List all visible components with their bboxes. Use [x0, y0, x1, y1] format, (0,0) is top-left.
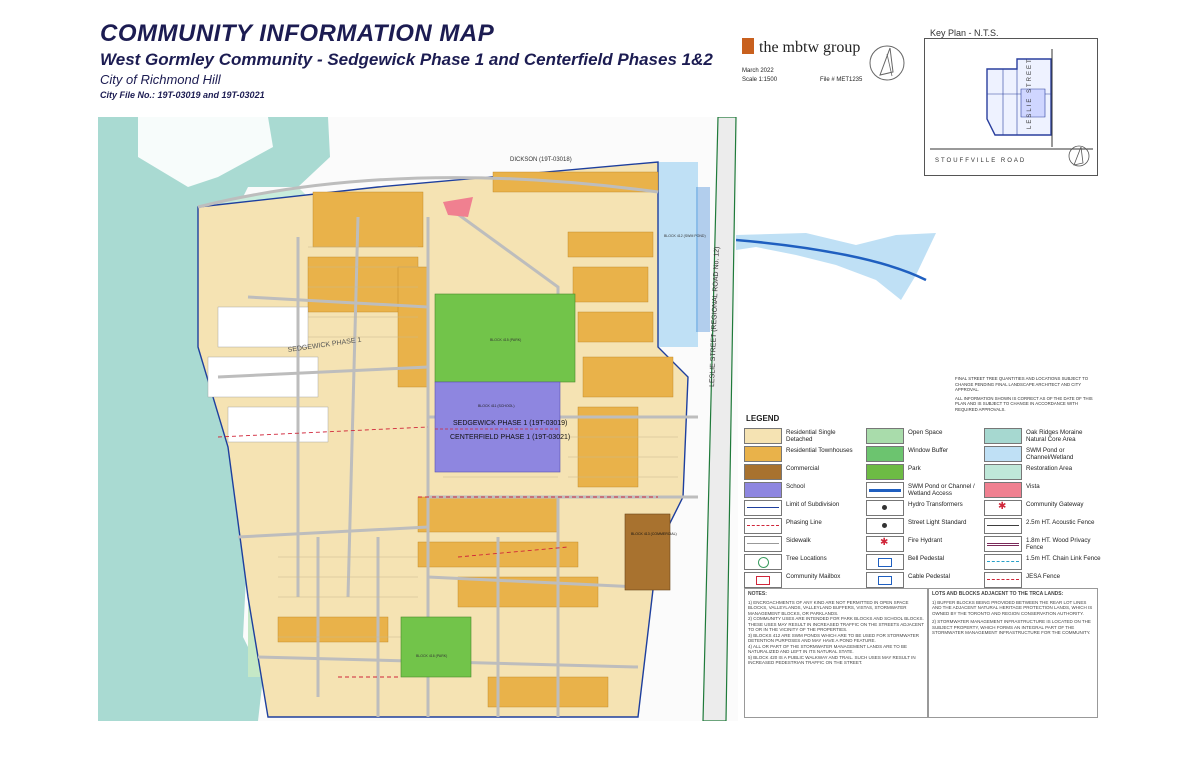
city-name: City of Richmond Hill: [100, 72, 221, 87]
key-plan-map: STOUFFVILLE ROAD LESLIE STREET: [930, 49, 1093, 167]
legend-swatch: [744, 482, 782, 498]
key-plan-road-bottom: STOUFFVILLE ROAD: [935, 158, 1026, 164]
legend-swatch: ✱: [984, 500, 1022, 516]
legend-item-label: 1.8m HT. Wood Privacy Fence: [1026, 537, 1091, 551]
legend-item-label: School: [786, 483, 805, 490]
centerfield-phase-label: CENTERFIELD PHASE 1 (19T-03021): [450, 434, 570, 441]
legend-item-label: SWM Pond or Channel/Wetland: [1026, 447, 1074, 461]
firm-name: the mbtw group: [759, 39, 861, 56]
key-plan-label: Key Plan - N.T.S.: [930, 28, 999, 38]
legend-swatch: [866, 572, 904, 588]
note-1: 1) ENCROACHMENTS OF ANY KIND ARE NOT PER…: [748, 599, 909, 616]
notes-title: NOTES:: [748, 591, 767, 597]
trca-note-2: 2) STORMWATER MANAGEMENT INFRASTRUCTURE …: [932, 619, 1091, 635]
trca-notes-title: LOTS AND BLOCKS ADJACENT TO THE TRCA LAN…: [932, 591, 1064, 597]
legend-swatch: [866, 518, 904, 534]
firm-logo-icon: [742, 38, 754, 54]
plan-file: File # MET1235: [820, 77, 863, 83]
legend-swatch: [744, 554, 782, 570]
note-4: 4) ALL OR PART OF THE STORMWATER MANAGEM…: [748, 643, 907, 655]
top-road-label: DICKSON (19T-03018): [510, 157, 572, 163]
legend-item-label: Cable Pedestal: [908, 573, 950, 580]
legend-item-label: Phasing Line: [786, 519, 822, 526]
map-title: COMMUNITY INFORMATION MAP: [100, 20, 495, 47]
site-plan-map: LESLIE STREET (REGIONAL ROAD No. 12) BLO…: [98, 117, 738, 721]
legend-item-label: Open Space: [908, 429, 943, 436]
school-block: [434, 381, 561, 473]
file-number: City File No.: 19T-03019 and 19T-03021: [100, 90, 265, 100]
legend-swatch: [984, 518, 1022, 534]
legend-swatch: [744, 500, 782, 516]
notes-box: NOTES: 1) ENCROACHMENTS OF ANY KIND ARE …: [744, 588, 928, 718]
legend-swatch: [866, 464, 904, 480]
school-block-label: BLOCK 411 (SCHOOL): [478, 404, 515, 408]
legend-item-label: Oak Ridges Moraine Natural Core Area: [1026, 429, 1083, 443]
legend-swatch: [744, 536, 782, 552]
legend-item-label: 2.5m HT. Acoustic Fence: [1026, 519, 1095, 526]
legend-item-label: Restoration Area: [1026, 465, 1073, 472]
legend-item-label: Street Light Standard: [908, 519, 967, 526]
legend-swatch: [984, 446, 1022, 462]
legend-swatch: [984, 572, 1022, 588]
legend-item-label: Residential Single Detached: [786, 429, 836, 443]
legend-swatch: [866, 554, 904, 570]
map-subtitle: West Gormley Community - Sedgewick Phase…: [100, 50, 713, 69]
note-3: 3) BLOCKS 412 ARE SWM PONDS WHICH ARE TO…: [748, 632, 920, 644]
key-plan: STOUFFVILLE ROAD LESLIE STREET: [924, 38, 1098, 176]
legend-swatch: [744, 572, 782, 588]
east-wetland-channel: [736, 233, 936, 300]
legend-item-label: Window Buffer: [908, 447, 949, 454]
swm-pond-east: [658, 162, 698, 347]
legend-item-label: Tree Locations: [786, 555, 827, 562]
north-arrow-icon: [869, 45, 905, 81]
legend-swatch: [866, 428, 904, 444]
legend-item-label: JESA Fence: [1026, 573, 1061, 580]
legend-item-label: Vista: [1026, 483, 1040, 490]
trca-notes-box: LOTS AND BLOCKS ADJACENT TO THE TRCA LAN…: [928, 588, 1098, 718]
legend-item-label: Bell Pedestal: [908, 555, 945, 562]
key-plan-road-right: LESLIE STREET: [1027, 57, 1033, 129]
legend-swatch: [744, 464, 782, 480]
legend-item-label: Community Gateway: [1026, 501, 1084, 508]
note-2: 2) COMMUNITY USES ARE INTENDED FOR PARK …: [748, 616, 924, 632]
note-5: 5) BLOCK 420 IS A PUBLIC WALKWAY AND TRA…: [748, 654, 916, 666]
legend-title: LEGEND: [746, 414, 780, 423]
legend-swatch: [984, 536, 1022, 552]
sedgewick-phase-label: SEDGEWICK PHASE 1 (19T-03019): [453, 420, 567, 427]
legend-swatch: [866, 482, 904, 498]
trca-note-1: 1) BUFFER BLOCKS BEING PROVIDED BETWEEN …: [932, 599, 1093, 616]
legend-swatch: [984, 482, 1022, 498]
legend-item-label: Community Mailbox: [786, 573, 841, 580]
legend-item-label: Hydro Transformers: [908, 501, 963, 508]
legend-swatch: [984, 464, 1022, 480]
legend-item-label: SWM Pond or Channel / Wetland Access: [908, 483, 975, 497]
legend-item-label: 1.5m HT. Chain Link Fence: [1026, 555, 1101, 562]
south-park-block: [400, 616, 472, 678]
commercial-block-label: BLOCK 413 (COMMERCIAL): [631, 532, 677, 536]
plan-notes-right: FINAL STREET TREE QUANTITIES AND LOCATIO…: [955, 376, 1095, 412]
south-park-label: BLOCK 416 (PARK): [416, 654, 447, 658]
legend-swatch: [866, 500, 904, 516]
park-block-label: BLOCK 415 (PARK): [490, 338, 521, 342]
legend-item-label: Residential Townhouses: [786, 447, 853, 454]
swm-block-label: BLOCK 412 (SWM POND): [664, 234, 706, 238]
legend-item-label: Park: [908, 465, 921, 472]
plan-note-2: ALL INFORMATION SHOWN IS CORRECT AS OF T…: [955, 395, 1093, 412]
legend-item-label: Fire Hydrant: [908, 537, 943, 544]
legend-swatch: [984, 554, 1022, 570]
plan-note-1: FINAL STREET TREE QUANTITIES AND LOCATIO…: [955, 376, 1089, 392]
plan-date: March 2022: [742, 68, 774, 74]
legend-item-label: Sidewalk: [786, 537, 811, 544]
commercial-block: [624, 513, 671, 591]
legend-swatch: [866, 446, 904, 462]
firm-logo: the mbtw group: [742, 38, 860, 57]
legend-swatch: ✱: [866, 536, 904, 552]
legend-swatch: [744, 446, 782, 462]
legend-item-label: Commercial: [786, 465, 820, 472]
legend-swatch: [744, 428, 782, 444]
plan-scale: Scale 1:1500: [742, 77, 778, 83]
legend-item-label: Limit of Subdivision: [786, 501, 840, 508]
legend-swatch: [984, 428, 1022, 444]
legend-swatch: [744, 518, 782, 534]
